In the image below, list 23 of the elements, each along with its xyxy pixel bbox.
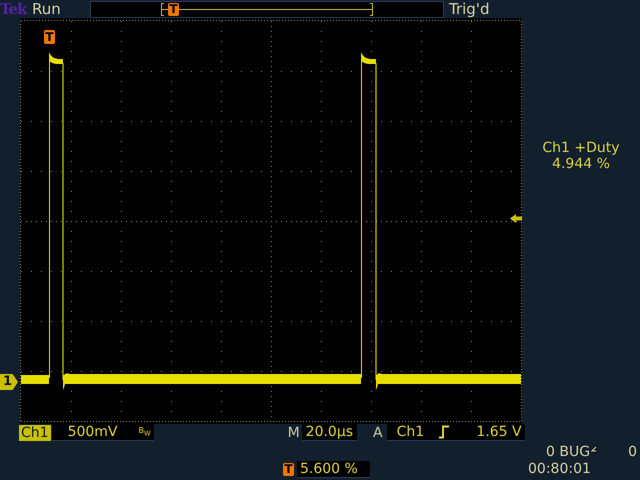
timebase-label: M (288, 424, 300, 440)
trigger-position-marker: T (168, 2, 179, 16)
trigger-position-readout: 5.600 % (297, 460, 370, 478)
trigger-source: Ch1 (396, 424, 424, 440)
trigger-level: 1.65 V (476, 424, 523, 440)
counter-readout: 0 BUG (546, 444, 590, 460)
trigger-label: A (373, 424, 383, 440)
bandwidth-limit-indicator: B$_{W}$ (138, 426, 152, 438)
vertical-scale: 500mV (68, 424, 118, 440)
acquisition-state: Run (32, 0, 62, 18)
measurement-value: 4.944 % (552, 156, 610, 172)
timebase-readout: 20.0µs (302, 424, 358, 441)
trigger-level-marker (510, 214, 522, 223)
trigger-position-icon: T (283, 462, 294, 476)
measurement-label: Ch1 +Duty (542, 140, 620, 156)
trigger-point-marker: T (44, 30, 55, 44)
rising-edge-icon (438, 425, 450, 439)
trigger-state: Trig'd (449, 0, 490, 18)
brand-logo: Tek (0, 0, 28, 18)
clock-readout: 00:80:01 (528, 461, 591, 477)
channel-label: Ch1 (19, 424, 51, 440)
counter-readout: 0 (628, 444, 638, 460)
channel-marker: 1 (0, 374, 18, 390)
